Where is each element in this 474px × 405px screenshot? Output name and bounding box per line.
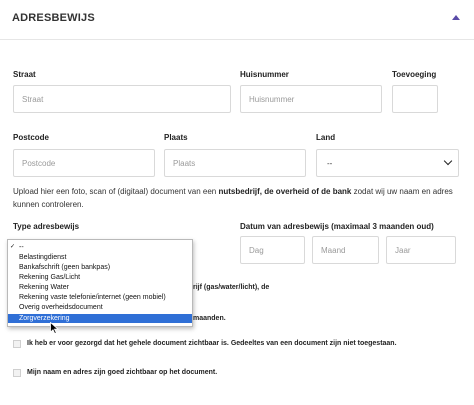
option-label: -- bbox=[19, 244, 24, 251]
dropdown-option[interactable]: Rekening vaste telefonie/internet (geen … bbox=[8, 293, 192, 302]
dropdown-option[interactable]: Rekening Water bbox=[8, 283, 192, 292]
upload-instructions: Upload hier een foto, scan of (digitaal)… bbox=[13, 185, 461, 211]
street-label: Straat bbox=[13, 70, 36, 79]
country-select-value: -- bbox=[327, 159, 333, 168]
dropdown-option-highlighted[interactable]: Zorgverzekering bbox=[8, 314, 192, 323]
document-date-label: Datum van adresbewijs (maximaal 3 maande… bbox=[240, 222, 434, 231]
checkbox-name-address-visible[interactable] bbox=[13, 369, 21, 377]
dropdown-option[interactable]: Belastingdienst bbox=[8, 253, 192, 262]
upload-text-part1: Upload hier een foto, scan of (digitaal)… bbox=[13, 187, 219, 196]
addition-label: Toevoeging bbox=[392, 70, 437, 79]
chevron-up-icon[interactable] bbox=[452, 15, 460, 20]
house-number-input[interactable] bbox=[240, 85, 382, 113]
check-text-document-complete: Ik heb er voor gezorgd dat het gehele do… bbox=[27, 340, 397, 347]
option-label: Rekening vaste telefonie/internet (geen … bbox=[19, 294, 166, 301]
country-label: Land bbox=[316, 133, 336, 142]
date-year-input[interactable] bbox=[386, 236, 456, 264]
postcode-label: Postcode bbox=[13, 133, 50, 142]
check-text-name-address-visible: Mijn naam en adres zijn goed zichtbaar o… bbox=[27, 369, 218, 376]
dropdown-option[interactable]: ✓ -- bbox=[8, 243, 192, 252]
house-number-label: Huisnummer bbox=[240, 70, 289, 79]
check-text-partial-2: maanden. bbox=[193, 315, 226, 322]
date-day-input[interactable] bbox=[240, 236, 305, 264]
section-header[interactable]: ADRESBEWIJS bbox=[0, 0, 474, 40]
dropdown-option[interactable]: Bankafschrift (geen bankpas) bbox=[8, 263, 192, 272]
addition-input[interactable] bbox=[392, 85, 438, 113]
document-type-dropdown[interactable]: ✓ -- Belastingdienst Bankafschrift (geen… bbox=[7, 239, 193, 327]
checkmark-icon: ✓ bbox=[10, 244, 16, 250]
section-title: ADRESBEWIJS bbox=[12, 12, 95, 24]
checkbox-document-complete[interactable] bbox=[13, 340, 21, 348]
postcode-input[interactable] bbox=[13, 149, 155, 177]
check-text-partial-1: rijf (gas/water/licht), de bbox=[193, 284, 270, 291]
city-input[interactable] bbox=[164, 149, 306, 177]
option-label: Rekening Gas/Licht bbox=[19, 274, 81, 281]
street-input[interactable] bbox=[13, 85, 231, 113]
city-label: Plaats bbox=[164, 133, 188, 142]
chevron-down-icon bbox=[443, 156, 453, 166]
option-label: Bankafschrift (geen bankpas) bbox=[19, 264, 111, 271]
country-select[interactable]: -- bbox=[316, 149, 459, 177]
option-label: Belastingdienst bbox=[19, 254, 67, 261]
option-label: Rekening Water bbox=[19, 284, 69, 291]
upload-text-bold: nutsbedrijf, de overheid of de bank bbox=[218, 187, 352, 196]
document-type-label: Type adresbewijs bbox=[13, 222, 80, 231]
date-month-input[interactable] bbox=[312, 236, 379, 264]
dropdown-option[interactable]: Overig overheidsdocument bbox=[8, 303, 192, 312]
option-label: Overig overheidsdocument bbox=[19, 304, 103, 311]
dropdown-option[interactable]: Rekening Gas/Licht bbox=[8, 273, 192, 282]
option-label: Zorgverzekering bbox=[19, 315, 70, 322]
